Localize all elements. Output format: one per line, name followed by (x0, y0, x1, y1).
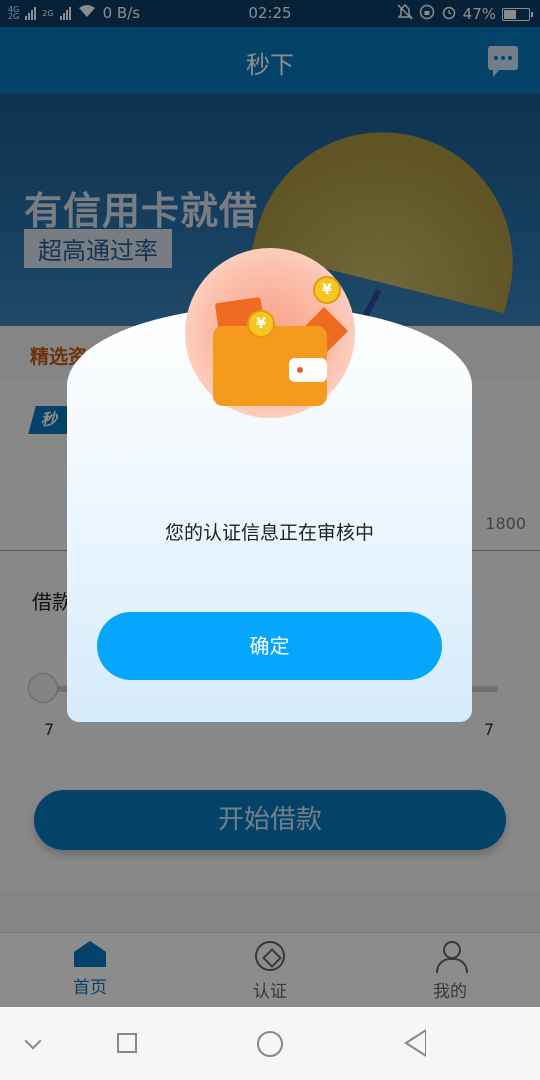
dialog-message: 您的认证信息正在审核中 (164, 522, 374, 544)
home-button-icon[interactable] (257, 1031, 283, 1057)
coin-icon: ¥ (247, 310, 275, 338)
wallet-clasp (289, 358, 327, 382)
coin-icon-2: ¥ (313, 276, 341, 304)
recent-apps-icon[interactable] (117, 1033, 137, 1053)
collapse-chevron-icon[interactable] (24, 1032, 42, 1050)
confirm-button[interactable]: 确定 (97, 612, 442, 680)
back-icon[interactable] (404, 1029, 426, 1057)
review-dialog: ¥ ¥ 您的认证信息正在审核中 确定 (67, 248, 472, 722)
system-navigation-bar (0, 1007, 540, 1080)
